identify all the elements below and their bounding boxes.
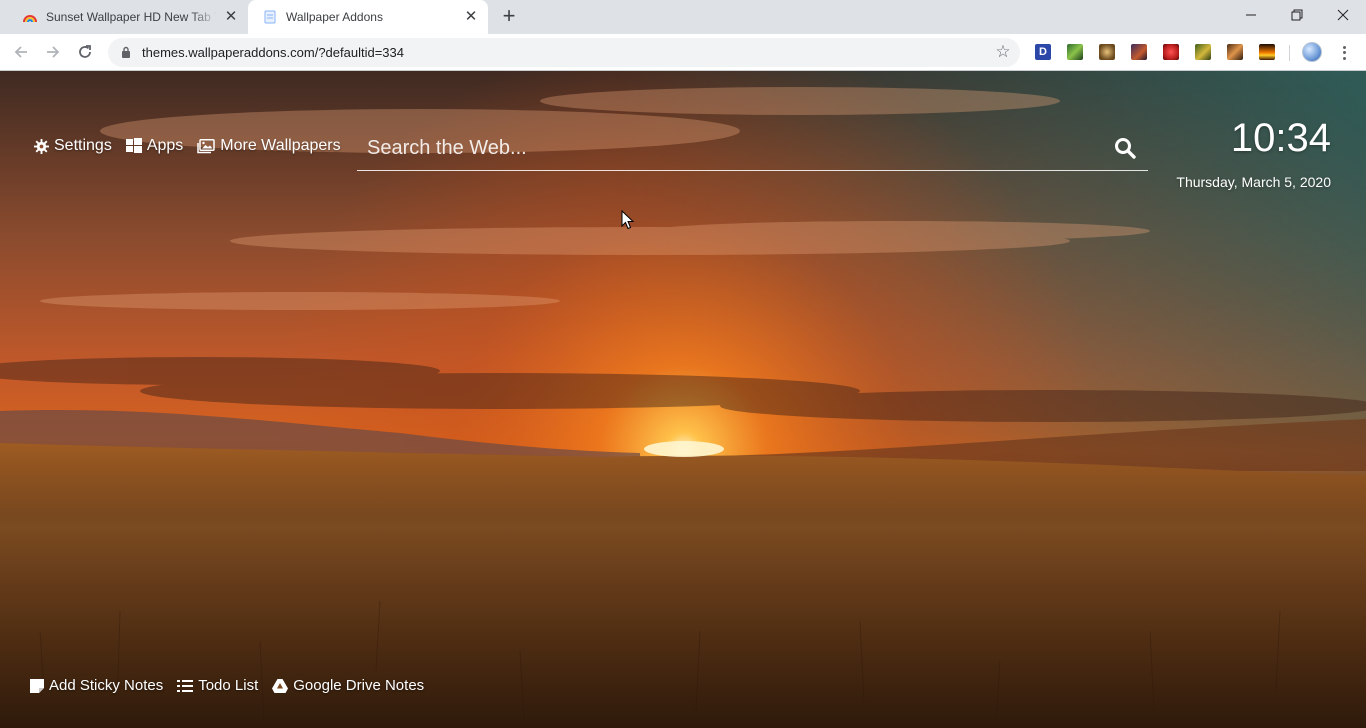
extension-icon[interactable]	[1099, 44, 1115, 60]
google-drive-notes-link[interactable]: Google Drive Notes	[272, 677, 424, 694]
clock-date: Thursday, March 5, 2020	[1176, 174, 1331, 190]
profile-avatar[interactable]	[1302, 42, 1322, 62]
clock-widget: 10:34 Thursday, March 5, 2020	[1176, 115, 1331, 190]
more-wallpapers-link[interactable]: More Wallpapers	[197, 137, 341, 155]
web-search-bar	[357, 123, 1148, 171]
sticky-notes-label: Add Sticky Notes	[49, 677, 164, 694]
clock-time: 10:34	[1230, 116, 1331, 160]
add-sticky-notes-link[interactable]: Add Sticky Notes	[30, 677, 163, 694]
reload-icon[interactable]	[72, 39, 98, 65]
tab-wallpaper-addons[interactable]: Wallpaper Addons ✕	[248, 0, 488, 34]
todo-list-label: Todo List	[198, 677, 259, 694]
more-wallpapers-label: More Wallpapers	[220, 137, 341, 154]
todo-list-link[interactable]: Todo List	[177, 677, 258, 694]
apps-label: Apps	[146, 137, 184, 154]
sticky-note-icon	[30, 678, 44, 693]
forward-icon[interactable]	[40, 39, 66, 65]
windows-grid-icon	[125, 138, 142, 153]
page-favicon-icon	[262, 9, 278, 25]
apps-link[interactable]: Apps	[125, 137, 184, 155]
extension-icon[interactable]	[1227, 44, 1243, 60]
tab-strip: Sunset Wallpaper HD New Tab Th ✕ Wallpap…	[0, 0, 1366, 34]
browser-toolbar: themes.wallpaperaddons.com/?defaultid=33…	[0, 34, 1366, 71]
mouse-cursor-icon	[621, 210, 635, 230]
list-icon	[177, 679, 194, 692]
gear-icon	[34, 138, 49, 154]
tab-close-icon[interactable]: ✕	[223, 9, 239, 25]
tab-title: Wallpaper Addons	[286, 10, 383, 24]
menu-icon[interactable]	[1336, 42, 1352, 64]
bottom-nav: Add Sticky Notes Todo List Google Drive …	[30, 677, 424, 694]
extension-d-icon[interactable]: D	[1035, 44, 1051, 60]
top-nav: Settings Apps More Wallpapers	[34, 137, 341, 155]
tab-close-icon[interactable]: ✕	[463, 9, 479, 25]
tab-sunset-wallpaper[interactable]: Sunset Wallpaper HD New Tab Th ✕	[8, 0, 248, 34]
lock-icon	[122, 46, 130, 58]
search-icon[interactable]	[1114, 137, 1136, 159]
toolbar-divider	[1289, 45, 1290, 61]
address-bar[interactable]: themes.wallpaperaddons.com/?defaultid=33…	[108, 38, 1020, 67]
new-tab-button[interactable]: +	[498, 5, 520, 28]
extension-icon[interactable]	[1259, 44, 1275, 60]
tab-title: Sunset Wallpaper HD New Tab Th	[46, 10, 217, 24]
settings-label: Settings	[54, 137, 112, 154]
back-icon[interactable]	[8, 39, 34, 65]
google-drive-icon	[272, 678, 289, 693]
extension-icon[interactable]	[1163, 44, 1179, 60]
extension-icon[interactable]	[1131, 44, 1147, 60]
bookmark-star-icon[interactable]: ☆	[994, 43, 1012, 61]
close-window-icon[interactable]	[1320, 0, 1366, 30]
new-tab-page: Settings Apps More Wallpapers 10:34	[0, 71, 1366, 728]
extension-icon[interactable]	[1067, 44, 1083, 60]
restore-icon[interactable]	[1274, 0, 1320, 30]
google-drive-notes-label: Google Drive Notes	[293, 677, 425, 694]
extension-icon[interactable]	[1195, 44, 1211, 60]
address-url: themes.wallpaperaddons.com/?defaultid=33…	[142, 45, 404, 60]
minimize-icon[interactable]	[1228, 0, 1274, 30]
images-icon	[197, 138, 216, 153]
search-input[interactable]	[367, 133, 1087, 163]
settings-link[interactable]: Settings	[34, 137, 112, 155]
rainbow-favicon-icon	[22, 9, 38, 25]
